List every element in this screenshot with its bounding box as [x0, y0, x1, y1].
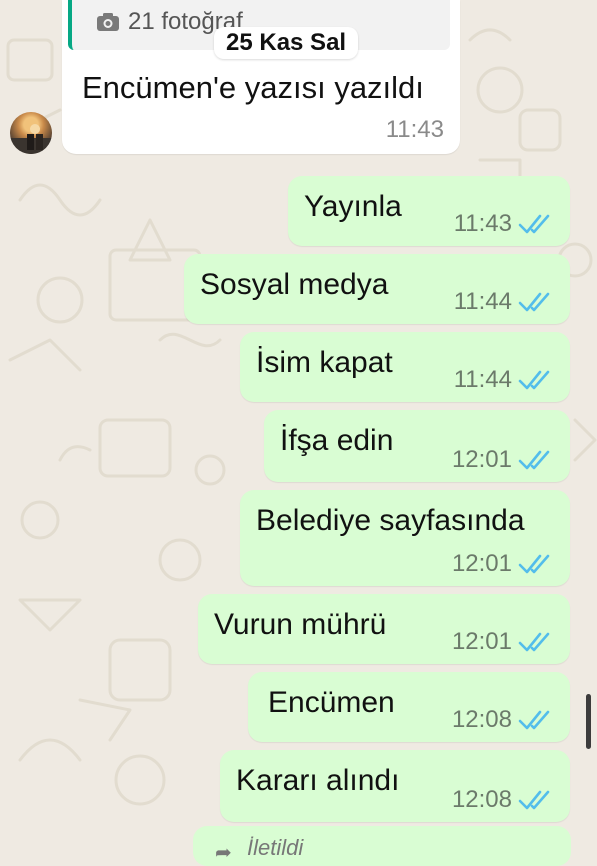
message-text: Vurun mührü: [214, 608, 387, 641]
forwarded-message[interactable]: ➦ İletildi: [193, 826, 571, 866]
outgoing-message[interactable]: Sosyal medya 11:44: [184, 254, 570, 324]
forwarded-label: İletildi: [247, 835, 304, 860]
message-time: 11:44: [453, 288, 512, 315]
message-time: 11:43: [453, 210, 512, 237]
double-check-icon: [518, 292, 550, 312]
camera-icon: [97, 13, 119, 31]
double-check-icon: [518, 370, 550, 390]
double-check-icon: [518, 554, 550, 574]
avatar[interactable]: [10, 112, 52, 154]
message-text: Belediye sayfasında: [256, 504, 525, 537]
outgoing-message[interactable]: Yayınla 11:43: [288, 176, 570, 246]
outgoing-message[interactable]: Vurun mührü 12:01: [198, 594, 570, 664]
outgoing-message[interactable]: İfşa edin 12:01: [264, 410, 570, 482]
message-time: 12:01: [451, 446, 512, 473]
scrollbar[interactable]: [586, 694, 591, 749]
double-check-icon: [518, 790, 550, 810]
message-text: İfşa edin: [280, 424, 394, 457]
message-time: 12:08: [451, 706, 512, 733]
double-check-icon: [518, 710, 550, 730]
message-text: Encümen: [268, 686, 395, 719]
message-text: Kararı alındı: [236, 764, 400, 797]
date-chip: 25 Kas Sal: [214, 27, 359, 59]
double-check-icon: [518, 214, 550, 234]
outgoing-message[interactable]: İsim kapat 11:44: [240, 332, 570, 402]
outgoing-message[interactable]: Encümen 12:08: [248, 672, 570, 742]
message-text: İsim kapat: [256, 346, 393, 379]
message-time: 11:43: [385, 116, 444, 143]
message-text: Yayınla: [304, 190, 402, 223]
message-text: Sosyal medya: [200, 268, 389, 301]
message-time: 12:08: [451, 786, 512, 813]
message-time: 12:01: [451, 628, 512, 655]
message-time: 11:44: [453, 366, 512, 393]
outgoing-message[interactable]: Kararı alındı 12:08: [220, 750, 570, 822]
forward-arrow-icon: ➦: [215, 842, 232, 864]
outgoing-message[interactable]: Belediye sayfasında 12:01: [240, 490, 570, 586]
message-text: Encümen'e yazısı yazıldı: [82, 70, 424, 105]
avatar-image: [10, 124, 52, 154]
double-check-icon: [518, 632, 550, 652]
incoming-message[interactable]: 21 fotoğraf Encümen'e yazısı yazıldı 11:…: [62, 0, 460, 154]
message-time: 12:01: [451, 550, 512, 577]
double-check-icon: [518, 450, 550, 470]
